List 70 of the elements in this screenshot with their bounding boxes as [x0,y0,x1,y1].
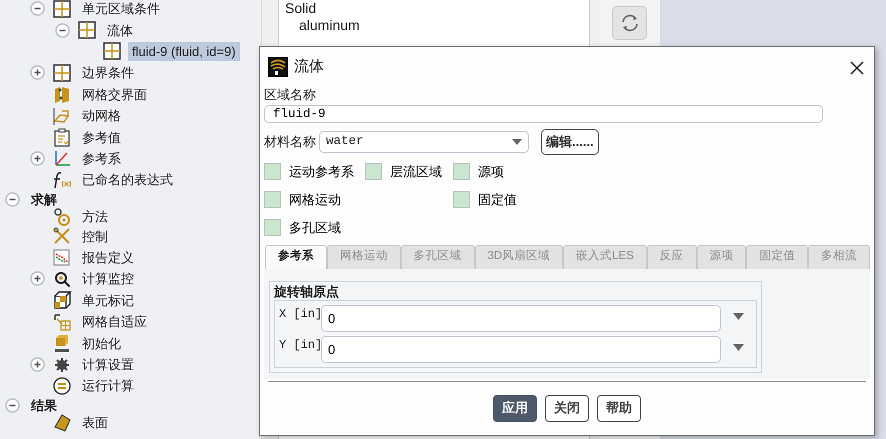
field-label: 区域名称 [264,87,317,103]
tree-item[interactable]: 报告定义 [78,248,138,268]
grid-icon [52,0,72,19]
tree-item[interactable]: 结果 [27,396,61,415]
equals-icon [52,376,72,396]
tools-icon [52,226,72,246]
field-label: 材料名称 [264,134,316,150]
number-field[interactable]: 0 [321,336,721,362]
motion-icon [52,106,72,126]
edit-button[interactable]: 编辑...... [541,129,599,154]
checkbox[interactable]: 层流区域 [365,160,453,182]
interface-icon [52,84,72,104]
tree-item[interactable]: 流体 [103,20,137,40]
tab[interactable]: 参考系 [265,244,327,268]
grid-icon [102,41,122,62]
collapse-toggle[interactable] [55,22,70,38]
number-field[interactable]: 0 [321,304,721,332]
chart-icon [52,248,72,268]
material-dropdown[interactable]: water [319,130,529,153]
surface-icon [52,412,72,433]
tree-item[interactable]: fluid-9 (fluid, id=9) [128,42,240,61]
collapse-toggle[interactable] [5,192,20,207]
expand-toggle[interactable] [30,271,45,286]
cube-icon [52,290,72,310]
clipboard-icon [52,127,72,148]
checkbox[interactable]: 源项 [453,160,533,182]
refresh-button[interactable] [612,6,647,40]
tree-item[interactable]: 已命名的表达式 [78,170,177,190]
collapse-toggle[interactable] [30,1,45,16]
tree-item[interactable]: 运行计算 [78,376,138,396]
expand-toggle[interactable] [30,357,45,372]
checkbox[interactable]: 网格运动 [264,188,365,210]
tree-item[interactable]: 单元标记 [78,290,138,310]
tree-item[interactable]: 计算监控 [78,269,138,288]
function-icon [52,170,72,190]
dropdown-arrow-icon[interactable] [733,312,744,320]
tree-item[interactable]: 计算设置 [78,355,138,374]
tree-item[interactable]: 动网格 [78,106,125,126]
tree-item[interactable]: 控制 [78,226,112,246]
expand-toggle[interactable] [30,65,45,80]
tree-item[interactable]: 网格交界面 [78,84,151,104]
cube-icon [52,333,72,354]
tree-item[interactable]: 表面 [78,413,112,432]
app-logo-icon [268,57,288,77]
grid-icon [77,20,97,40]
checkbox[interactable]: 多孔区域 [264,216,365,238]
tree-item[interactable]: 单元区域条件 [78,0,164,18]
expand-toggle[interactable] [30,150,45,166]
dropdown-arrow-icon[interactable] [733,344,744,350]
list-item[interactable]: Solid [285,0,583,17]
tree-item[interactable]: 网格自适应 [78,312,151,332]
tree-item[interactable]: 边界条件 [78,63,138,82]
grid-icon [52,62,72,83]
tree-item[interactable]: 初始化 [78,334,125,353]
caret-icon [512,138,522,145]
tree-item[interactable]: 方法 [78,207,112,226]
collapse-toggle[interactable] [5,398,20,413]
adapt-icon [52,312,72,332]
tree-item[interactable]: 求解 [27,190,61,209]
group-title: 旋转轴原点 [274,284,340,300]
checkbox[interactable]: 运动参考系 [264,160,365,182]
dialog-title: 流体 [294,56,324,77]
dialog-button[interactable]: 帮助 [597,394,641,422]
dialog-button[interactable]: 关闭 [545,394,589,422]
zone-name-field[interactable]: fluid-9 [264,105,823,123]
tree-item[interactable]: 参考值 [78,128,125,147]
tree-item[interactable]: 参考系 [78,148,125,168]
dialog-button[interactable]: 应用 [493,394,537,422]
checkbox[interactable]: 固定值 [453,188,533,210]
list-item[interactable]: aluminum [285,17,583,34]
